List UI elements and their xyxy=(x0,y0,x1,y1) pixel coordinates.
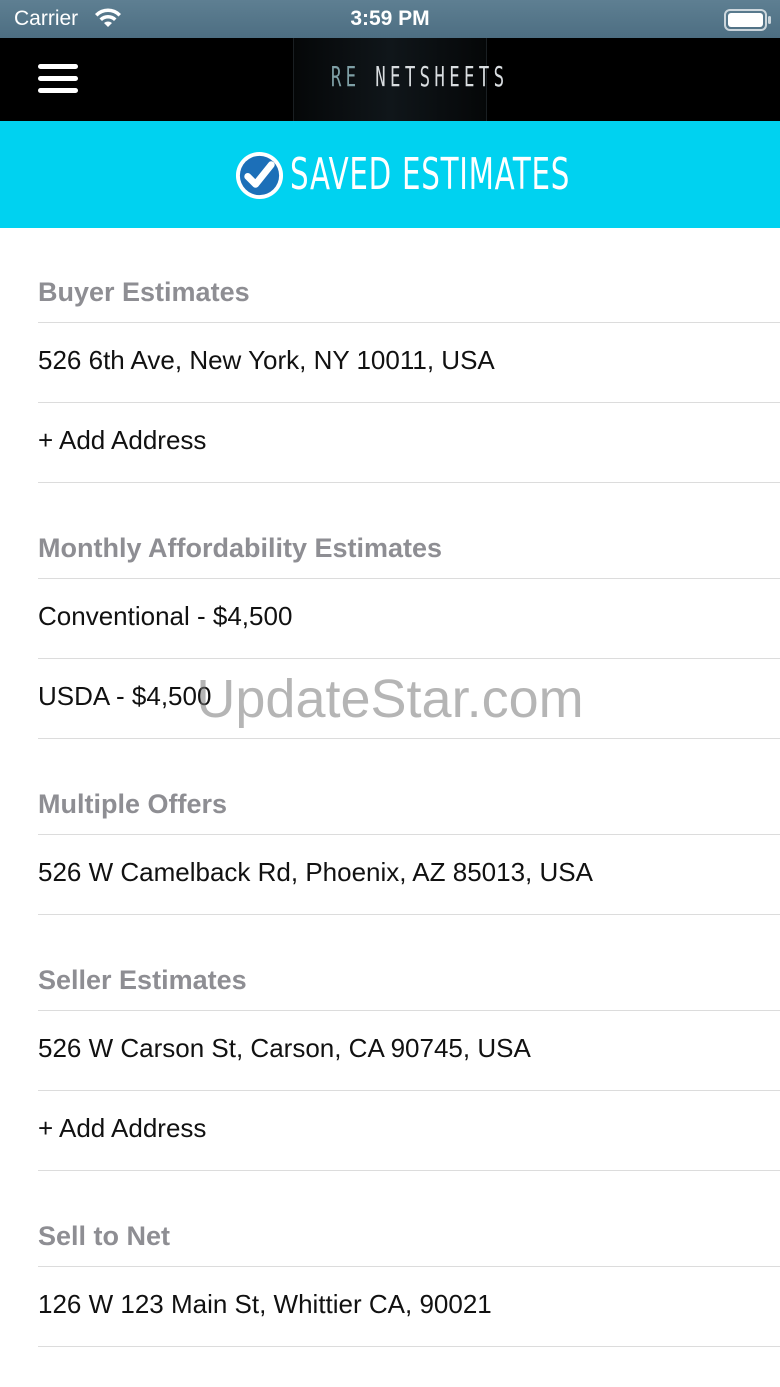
checkmark-circle-icon xyxy=(235,151,284,200)
section-title: Sell to Net xyxy=(38,1221,171,1251)
logo-main: NETSHEETS xyxy=(375,60,509,93)
add-address-label: + Add Address xyxy=(38,425,207,455)
status-time: 3:59 PM xyxy=(350,7,430,30)
hamburger-menu-icon[interactable] xyxy=(38,64,80,96)
status-bar: Carrier 3:59 PM xyxy=(0,0,780,38)
add-address-button[interactable]: + Add Address xyxy=(38,1090,780,1170)
add-address-button[interactable]: + Add Address xyxy=(38,402,780,482)
section-title: Buyer Estimates xyxy=(38,277,250,307)
list-item[interactable]: Conventional - $4,500 xyxy=(38,578,780,658)
list-item-label: Conventional - $4,500 xyxy=(38,601,293,631)
section-title: Seller Estimates xyxy=(38,965,247,995)
section-header-multiple-offers: Multiple Offers xyxy=(0,739,780,834)
list-item[interactable]: 126 W 123 Main St, Whittier CA, 90021 xyxy=(38,1266,780,1346)
section-header-monthly-affordability: Monthly Affordability Estimates xyxy=(0,483,780,578)
list-item[interactable]: 526 W Carson St, Carson, CA 90745, USA xyxy=(38,1010,780,1090)
list-item-label: 526 6th Ave, New York, NY 10011, USA xyxy=(38,345,495,375)
list-item[interactable]: USDA - $4,500 xyxy=(38,658,780,738)
battery-icon xyxy=(724,9,771,31)
app-logo: RE NETSHEETS xyxy=(293,38,504,121)
section-header-buyer-estimates: Buyer Estimates xyxy=(0,228,780,322)
list-item-label: 526 W Camelback Rd, Phoenix, AZ 85013, U… xyxy=(38,857,593,887)
list-item-label: 526 W Carson St, Carson, CA 90745, USA xyxy=(38,1033,531,1063)
nav-bar: RE NETSHEETS xyxy=(0,38,780,121)
divider xyxy=(38,1346,780,1347)
list-item[interactable]: 526 W Camelback Rd, Phoenix, AZ 85013, U… xyxy=(38,834,780,914)
page-header: SAVED ESTIMATES xyxy=(0,121,780,228)
section-title: Monthly Affordability Estimates xyxy=(38,533,443,563)
list-item-label: USDA - $4,500 xyxy=(38,681,212,711)
section-header-seller-estimates: Seller Estimates xyxy=(0,915,780,1010)
section-title: Multiple Offers xyxy=(38,789,228,819)
page-title: SAVED ESTIMATES xyxy=(290,149,571,200)
list-item[interactable]: 526 6th Ave, New York, NY 10011, USA xyxy=(38,322,780,402)
section-header-sell-to-net: Sell to Net xyxy=(0,1171,780,1266)
estimates-list: Buyer Estimates 526 6th Ave, New York, N… xyxy=(0,228,780,1347)
logo-prefix: RE xyxy=(330,60,361,93)
logo-text: RE NETSHEETS xyxy=(330,60,504,93)
add-address-label: + Add Address xyxy=(38,1113,207,1143)
list-item-label: 126 W 123 Main St, Whittier CA, 90021 xyxy=(38,1289,492,1319)
